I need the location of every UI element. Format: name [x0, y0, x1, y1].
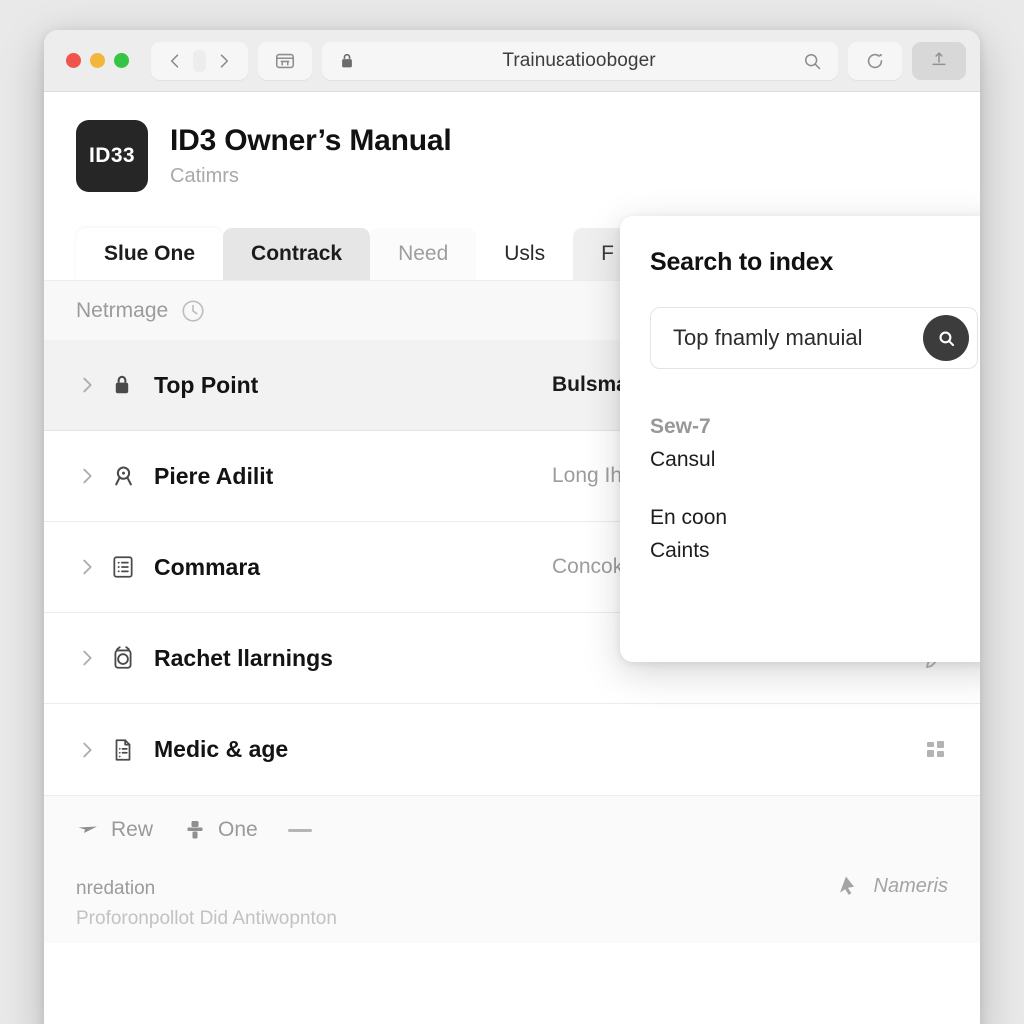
chevron-right-icon[interactable]	[76, 465, 110, 487]
footer-action-one[interactable]: One	[183, 818, 258, 842]
footer-notes-right[interactable]: Nameris	[836, 874, 948, 898]
list-icon	[110, 554, 154, 580]
grid-icon[interactable]	[924, 738, 948, 762]
minimize-window-button[interactable]	[90, 53, 105, 68]
footer-toolbar: Rew One nredation Proforonpollot Did Ant…	[44, 795, 980, 943]
search-field-wrapper[interactable]: Top fnamly manuial	[650, 307, 978, 369]
search-icon[interactable]	[802, 51, 822, 71]
dash-icon	[287, 828, 312, 832]
footer-note-line2: Proforonpollot Did Antiwopnton	[76, 908, 337, 930]
search-submit-button[interactable]	[923, 315, 969, 361]
browser-window: Trainuɛatiooboger ID33 ID3 Owner’s Manua…	[44, 30, 980, 1024]
reload-button[interactable]	[848, 41, 902, 80]
sidebar-toggle-button[interactable]	[258, 41, 312, 80]
chevron-right-icon[interactable]	[76, 556, 110, 578]
navigation-group	[151, 41, 248, 80]
page-title: ID3 Owner’s Manual	[170, 124, 452, 158]
result-meta: Sew-7	[650, 415, 711, 438]
row-label: Rachet llarnings	[154, 644, 333, 671]
footer-action-rew[interactable]: Rew	[76, 818, 153, 842]
meta-label: Netrmage	[76, 298, 169, 322]
send-icon	[76, 818, 100, 842]
footer-notes-text: nredation Proforonpollot Did Antiwopnton	[76, 874, 337, 935]
address-bar[interactable]: Trainuɛatiooboger	[322, 41, 838, 80]
footer-action-label: One	[218, 818, 258, 841]
document-logo: ID33	[76, 120, 148, 192]
row-label: Commara	[154, 553, 261, 580]
tab-contrack[interactable]: Contrack	[223, 228, 371, 280]
footer-note-line1: nredation	[76, 878, 156, 899]
tab-slue-one[interactable]: Slue One	[76, 228, 224, 280]
person-icon	[110, 463, 154, 490]
list-item[interactable]: En coon Caints	[650, 502, 978, 567]
share-button[interactable]	[912, 41, 966, 80]
table-row[interactable]: Medic & age	[44, 704, 980, 795]
row-value: Long Ih	[552, 464, 623, 487]
footer-notes-right-label: Nameris	[873, 874, 948, 897]
alarm-icon	[110, 645, 154, 671]
search-results: Sew-7 Cansul En coon Caints	[650, 411, 978, 567]
footer-action-label: Rew	[111, 818, 154, 841]
page-subtitle: Catimrs	[170, 164, 239, 187]
result-text: En coon	[650, 506, 728, 530]
chevron-right-icon[interactable]	[76, 374, 110, 396]
row-label: Medic & age	[154, 736, 289, 762]
page-content: ID33 ID3 Owner’s Manual Catimrs Slue One…	[44, 92, 980, 1024]
browser-toolbar: Trainuɛatiooboger	[44, 30, 980, 92]
row-label: Top Point	[154, 371, 259, 398]
forward-button[interactable]	[206, 45, 242, 77]
footer-action-minus[interactable]	[287, 828, 323, 832]
share-icon	[929, 50, 949, 72]
footer-notes: nredation Proforonpollot Did Antiwopnton…	[76, 874, 948, 935]
chevron-right-icon[interactable]	[76, 647, 110, 669]
lock-icon	[338, 52, 356, 70]
nav-divider	[193, 49, 206, 72]
lock-icon	[110, 373, 154, 397]
result-text: Caints	[650, 538, 710, 562]
footer-actions: Rew One	[76, 818, 948, 842]
document-header: ID33 ID3 Owner’s Manual Catimrs	[44, 92, 980, 198]
row-label: Piere Adilit	[154, 462, 274, 489]
close-window-button[interactable]	[66, 53, 81, 68]
row-value: Bulsma	[552, 373, 628, 396]
tab-need[interactable]: Need	[370, 228, 477, 280]
chevron-right-icon[interactable]	[76, 739, 110, 761]
search-input[interactable]: Top fnamly manuial	[673, 325, 923, 351]
search-icon	[936, 328, 957, 349]
popup-title: Search to index	[650, 248, 834, 276]
clock-icon	[180, 298, 206, 324]
result-text: Cansul	[650, 447, 716, 471]
window-controls	[66, 53, 129, 68]
search-popup: 3 Search to index Top fnamly manuial Sew…	[620, 216, 980, 662]
cursor-icon	[836, 874, 860, 898]
screenshot-root: Trainuɛatiooboger ID33 ID3 Owner’s Manua…	[0, 0, 1024, 1024]
maximize-window-button[interactable]	[114, 53, 129, 68]
list-item[interactable]: Sew-7 Cansul	[650, 411, 978, 476]
document-titles: ID3 Owner’s Manual Catimrs	[170, 124, 452, 188]
sidebar-icon	[274, 50, 296, 72]
tab-usls[interactable]: Usls	[476, 228, 574, 280]
back-button[interactable]	[157, 45, 193, 77]
stamp-icon	[183, 818, 207, 842]
reload-icon	[864, 50, 886, 72]
document-icon	[110, 737, 154, 763]
url-text: Trainuɛatiooboger	[502, 49, 656, 71]
